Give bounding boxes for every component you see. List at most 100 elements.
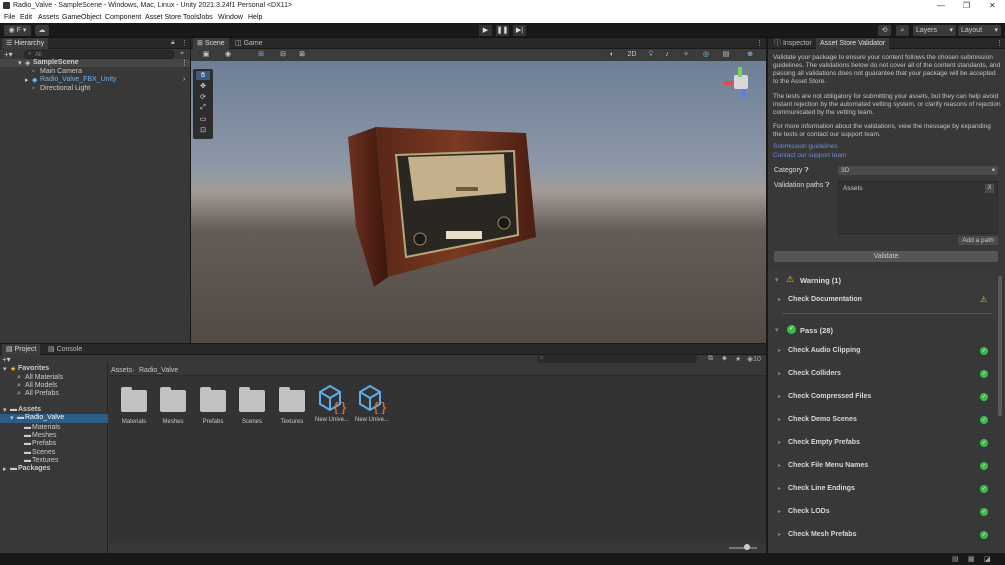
menu-jobs[interactable]: Jobs: [198, 14, 213, 21]
gizmo-icon[interactable]: ◉: [221, 50, 235, 60]
hierarchy-item-directional-light[interactable]: Directional Light: [40, 85, 90, 92]
rotate-tool-icon[interactable]: ⟳: [196, 93, 210, 102]
menu-gameobject[interactable]: GameObject: [62, 14, 101, 21]
global-icon[interactable]: ⊟: [275, 50, 291, 60]
add-icon[interactable]: +▾: [4, 50, 13, 59]
hidden-packages-icon[interactable]: ◉10: [747, 355, 761, 363]
hand-tool-icon[interactable]: ✋︎: [196, 71, 210, 80]
check-lods[interactable]: Check LODs: [788, 508, 830, 515]
expand-arrow-icon[interactable]: ▸: [778, 393, 781, 400]
maximize-icon[interactable]: ❐: [963, 1, 970, 10]
hierarchy-search-input[interactable]: ⌕ All: [24, 50, 174, 59]
assets-folder[interactable]: Assets: [18, 406, 41, 413]
account-button[interactable]: ◉ F ▾: [4, 25, 31, 36]
expand-arrow-icon[interactable]: ▸: [3, 465, 7, 473]
check-empty-prefabs[interactable]: Check Empty Prefabs: [788, 439, 860, 446]
submission-guidelines-link[interactable]: Submission guidelines: [773, 143, 1001, 151]
check-file-menu-names[interactable]: Check File Menu Names: [788, 462, 868, 469]
more-icon[interactable]: ⋮: [756, 39, 763, 47]
check-line-endings[interactable]: Check Line Endings: [788, 485, 855, 492]
expand-arrow-icon[interactable]: ▾: [3, 365, 7, 373]
validate-button[interactable]: Validate: [774, 251, 998, 262]
icon-size-slider[interactable]: [729, 547, 757, 549]
orientation-gizmo[interactable]: [718, 67, 758, 107]
menu-edit[interactable]: Edit: [20, 14, 32, 21]
check-audio-clipping[interactable]: Check Audio Clipping: [788, 347, 860, 354]
cache-icon[interactable]: ▦: [968, 555, 975, 563]
hierarchy-item-radio-valve[interactable]: Radio_Valve_FBX_Unity: [40, 76, 117, 83]
tree-meshes[interactable]: Meshes: [32, 432, 57, 439]
debug-icon[interactable]: ◪: [984, 555, 991, 563]
more-icon[interactable]: ⋮: [181, 39, 188, 47]
tree-scenes[interactable]: Scenes: [32, 449, 55, 456]
expand-arrow-icon[interactable]: ▸: [778, 347, 781, 354]
favorites-header[interactable]: Favorites: [18, 365, 49, 372]
remove-path-button[interactable]: X: [985, 184, 994, 193]
asset-script-1[interactable]: {} New Unive...: [310, 384, 354, 423]
menu-file[interactable]: File: [4, 14, 15, 21]
favorite-all-materials[interactable]: All Materials: [25, 374, 63, 381]
history-icon[interactable]: ⟲: [878, 25, 891, 36]
layers-dropdown[interactable]: Layers ▾: [913, 25, 956, 36]
expand-arrow-icon[interactable]: ▾: [18, 59, 22, 67]
tree-prefabs[interactable]: Prefabs: [32, 440, 56, 447]
expand-arrow-icon[interactable]: ▾: [3, 406, 7, 414]
help-icon[interactable]: ❓︎: [804, 167, 808, 174]
filter-label-icon[interactable]: ⬥: [722, 355, 727, 363]
expand-arrow-icon[interactable]: ▸: [778, 416, 781, 423]
project-search-input[interactable]: ⌕: [537, 355, 697, 363]
visibility-icon[interactable]: ◎: [699, 50, 713, 60]
check-demo-scenes[interactable]: Check Demo Scenes: [788, 416, 857, 423]
favorite-all-models[interactable]: All Models: [25, 382, 57, 389]
favorite-all-prefabs[interactable]: All Prefabs: [25, 390, 59, 397]
expand-arrow-icon[interactable]: ▸: [778, 531, 781, 538]
shading-mode-icon[interactable]: ◐: [603, 50, 621, 60]
2d-toggle-button[interactable]: 2D: [625, 50, 639, 60]
menu-asset-store-tools[interactable]: Asset Store Tools: [145, 14, 199, 21]
breadcrumb-radio-valve[interactable]: Radio_Valve: [139, 367, 178, 374]
category-dropdown[interactable]: 3D ▾: [838, 166, 998, 175]
menu-component[interactable]: Component: [105, 14, 141, 21]
tab-project[interactable]: ▤ Project: [2, 344, 41, 355]
tab-scene[interactable]: ⊞ Scene: [193, 38, 229, 49]
scale-tool-icon[interactable]: ⤢: [196, 104, 210, 113]
expand-arrow-icon[interactable]: ▾: [775, 276, 779, 284]
asset-script-2[interactable]: {} New Unive...: [350, 384, 394, 423]
step-button[interactable]: ▶|: [513, 25, 526, 36]
check-mesh-prefabs[interactable]: Check Mesh Prefabs: [788, 531, 856, 538]
search-icon[interactable]: ⌕: [896, 25, 909, 36]
warning-header[interactable]: Warning (1): [800, 276, 841, 285]
pivot-icon[interactable]: ⊞: [253, 50, 269, 60]
asset-folder-meshes[interactable]: Meshes: [151, 384, 195, 425]
cloud-icon[interactable]: ☁: [35, 25, 49, 36]
menu-help[interactable]: Help: [248, 14, 262, 21]
more-icon[interactable]: ⋮: [181, 59, 188, 67]
scene-viewport[interactable]: ✋︎ ✥ ⟳ ⤢ ▭ ⊡: [191, 61, 766, 343]
asset-folder-scenes[interactable]: Scenes: [230, 384, 274, 425]
tab-hierarchy[interactable]: ☰ Hierarchy: [2, 38, 49, 49]
help-icon[interactable]: ❓︎: [825, 182, 829, 189]
tree-materials[interactable]: Materials: [32, 424, 60, 431]
draw-mode-icon[interactable]: ▣: [199, 50, 213, 60]
expand-arrow-icon[interactable]: ▸: [778, 296, 781, 303]
hierarchy-item-main-camera[interactable]: Main Camera: [40, 68, 82, 75]
close-icon[interactable]: ✕: [989, 1, 996, 10]
packages-folder[interactable]: Packages: [18, 465, 50, 472]
menu-window[interactable]: Window: [218, 14, 243, 21]
minimize-icon[interactable]: —: [937, 1, 945, 10]
check-documentation[interactable]: Check Documentation: [788, 296, 862, 303]
rect-tool-icon[interactable]: ▭: [196, 115, 210, 124]
breadcrumb-assets[interactable]: Assets: [111, 367, 132, 374]
expand-arrow-icon[interactable]: ▸: [778, 508, 781, 515]
check-colliders[interactable]: Check Colliders: [788, 370, 841, 377]
radio-model[interactable]: [346, 127, 536, 287]
expand-arrow-icon[interactable]: ▸: [25, 76, 29, 84]
add-path-button[interactable]: Add a path: [958, 236, 998, 245]
asset-folder-prefabs[interactable]: Prefabs: [191, 384, 235, 425]
selected-folder-row[interactable]: ▾ ▬ Radio_Valve: [0, 414, 108, 423]
effects-icon[interactable]: ✧: [677, 50, 695, 60]
tab-console[interactable]: ▤ Console: [44, 344, 86, 355]
tab-game[interactable]: ◫ Game: [231, 38, 267, 49]
pass-header[interactable]: Pass (28): [800, 326, 833, 335]
expand-arrow-icon[interactable]: ▸: [778, 370, 781, 377]
